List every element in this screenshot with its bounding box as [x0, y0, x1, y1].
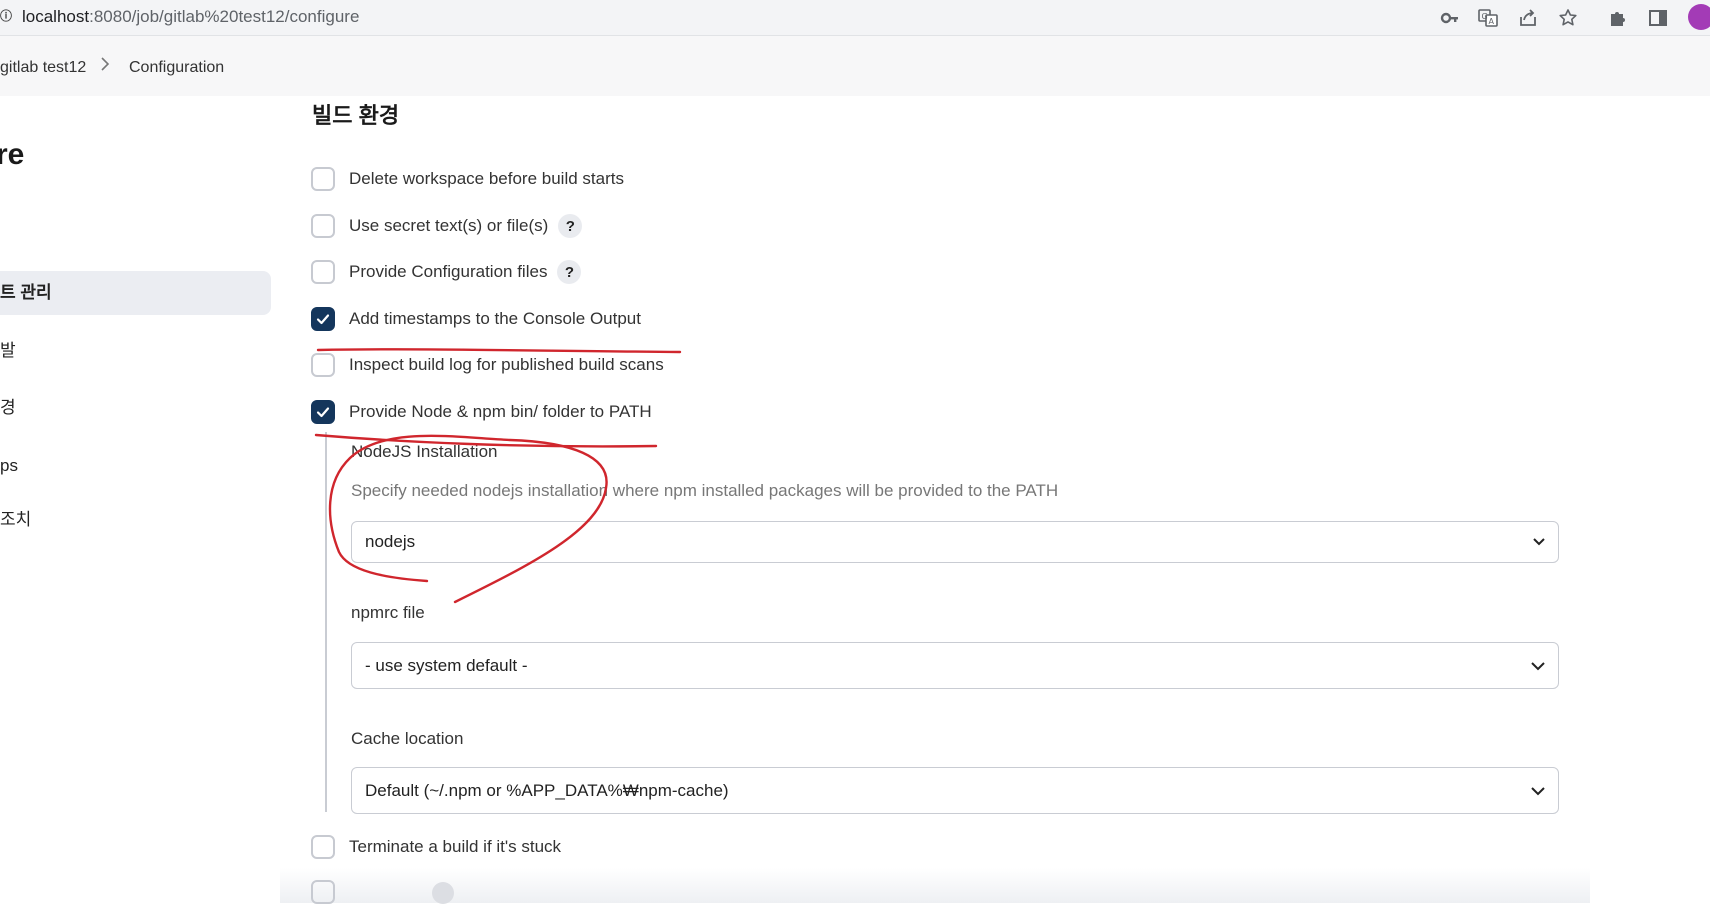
key-icon[interactable]	[1439, 7, 1461, 29]
help-icon[interactable]: ?	[558, 214, 583, 238]
share-icon[interactable]	[1517, 7, 1539, 29]
sidebar-item-label: 조치	[0, 510, 32, 529]
sidebar-item-label: 경	[0, 398, 16, 417]
sidepanel-icon[interactable]	[1647, 7, 1669, 29]
help-icon-partially-visible[interactable]	[432, 882, 454, 904]
sidebar-item-trigger[interactable]: 발	[0, 329, 16, 373]
breadcrumb-item-configuration[interactable]: Configuration	[129, 59, 224, 77]
cache-location-label: Cache location	[351, 729, 464, 748]
checkbox[interactable]	[311, 214, 335, 238]
select-value: Default (~/.npm or %APP_DATA%₩npm-cache)	[365, 780, 729, 800]
translate-icon[interactable]: GA	[1477, 7, 1499, 29]
sidebar-item-label: ps	[0, 456, 18, 475]
extensions-icon[interactable]	[1607, 7, 1629, 29]
option-secret-text[interactable]: Use secret text(s) or file(s) ?	[311, 212, 583, 240]
option-label: Provide Node & npm bin/ folder to PATH	[349, 402, 652, 421]
select-value: nodejs	[365, 532, 416, 551]
checkbox[interactable]	[311, 167, 335, 191]
option-delete-workspace[interactable]: Delete workspace before build starts	[311, 165, 624, 193]
chevron-right-icon	[100, 57, 110, 76]
profile-avatar[interactable]	[1688, 4, 1710, 30]
option-timestamps[interactable]: Add timestamps to the Console Output	[311, 305, 641, 333]
npmrc-file-label: npmrc file	[351, 603, 425, 622]
page-title: re	[0, 138, 25, 171]
chevron-down-icon	[1531, 661, 1545, 670]
url-host: localhost	[22, 7, 90, 26]
section-title: 빌드 환경	[312, 103, 400, 128]
checkbox-partially-visible[interactable]	[311, 880, 335, 904]
option-label: Terminate a build if it's stuck	[349, 837, 562, 856]
star-icon[interactable]	[1557, 7, 1579, 29]
help-icon[interactable]: ?	[557, 260, 582, 284]
checkbox-checked[interactable]	[311, 307, 335, 331]
sidebar-item-label: 발	[0, 341, 16, 360]
checkbox[interactable]	[311, 260, 335, 284]
option-label: Delete workspace before build starts	[349, 169, 624, 188]
site-info-icon[interactable]: ⓘ	[0, 9, 12, 23]
breadcrumb: gitlab test12 Configuration	[0, 36, 1710, 96]
scroll-fade	[280, 868, 1590, 903]
sidebar-item-build-steps[interactable]: ps	[0, 444, 18, 488]
checkmark-icon	[316, 407, 330, 418]
breadcrumb-item-job[interactable]: gitlab test12	[0, 59, 86, 77]
sidebar-item-source-management[interactable]: 트 관리	[0, 271, 271, 315]
svg-text:A: A	[1489, 17, 1495, 26]
url-path: :8080/job/gitlab%20test12/configure	[89, 7, 360, 26]
option-inspect-build-log[interactable]: Inspect build log for published build sc…	[311, 351, 664, 379]
option-label: Provide Configuration files	[349, 262, 548, 281]
checkbox[interactable]	[311, 353, 335, 377]
option-config-files[interactable]: Provide Configuration files ?	[311, 258, 582, 286]
url-field[interactable]: localhost:8080/job/gitlab%20test12/confi…	[22, 7, 359, 27]
option-label: Inspect build log for published build sc…	[349, 355, 664, 374]
sidebar-item-environment[interactable]: 경	[0, 386, 16, 430]
chevron-down-icon	[1531, 786, 1545, 795]
npmrc-file-select[interactable]: - use system default -	[351, 642, 1559, 689]
chevron-down-icon	[1533, 538, 1545, 546]
select-value: - use system default -	[365, 655, 528, 675]
checkbox-checked[interactable]	[311, 400, 335, 424]
nodejs-installation-description: Specify needed nodejs installation where…	[351, 481, 1059, 500]
nodejs-installation-select[interactable]: nodejs	[351, 521, 1559, 563]
svg-text:G: G	[1482, 12, 1488, 21]
sidebar-item-label: 트 관리	[0, 283, 52, 302]
sidebar-item-post-build[interactable]: 조치	[0, 498, 31, 542]
option-provide-node[interactable]: Provide Node & npm bin/ folder to PATH	[311, 398, 652, 426]
checkmark-icon	[316, 314, 330, 325]
checkbox[interactable]	[311, 835, 335, 859]
nodejs-installation-label: NodeJS Installation	[351, 442, 498, 461]
option-terminate-stuck[interactable]: Terminate a build if it's stuck	[311, 833, 561, 861]
nested-section-divider	[325, 432, 327, 812]
browser-address-bar: ⓘ localhost:8080/job/gitlab%20test12/con…	[0, 0, 1710, 36]
cache-location-select[interactable]: Default (~/.npm or %APP_DATA%₩npm-cache)	[351, 767, 1559, 814]
option-label: Use secret text(s) or file(s)	[349, 216, 549, 235]
option-label: Add timestamps to the Console Output	[349, 309, 641, 328]
